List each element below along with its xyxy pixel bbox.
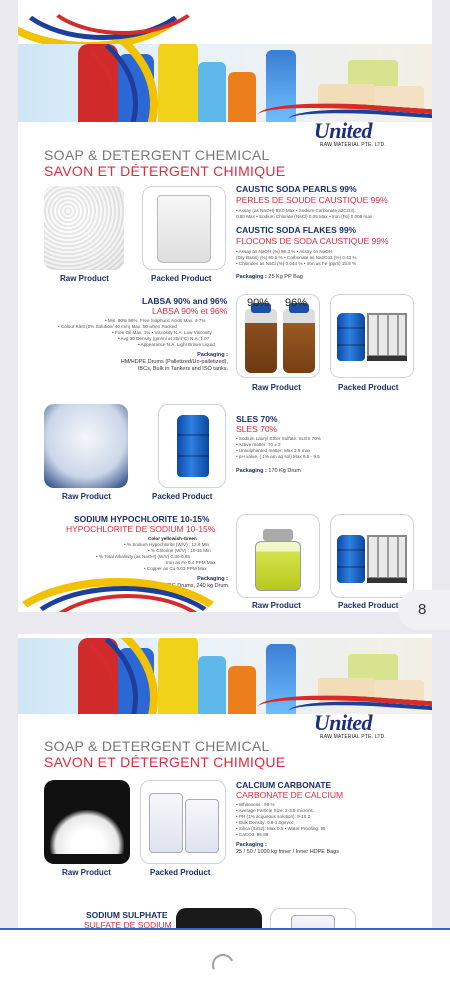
sulphate-packed-image (270, 908, 356, 928)
calcium-raw-caption: Raw Product (62, 868, 111, 877)
labsa-raw-caption: Raw Product (252, 383, 301, 392)
drum-icon (337, 535, 365, 583)
calcium-packaging: Packaging : 25 / 50 / 1000 kg Inner / In… (236, 842, 339, 856)
caustic-packaging-label: Packaging : (236, 274, 267, 280)
caustic-flakes-subtitle: FLOCONS DE SODA CAUSTIQUE 99% (236, 236, 389, 246)
labsa-subtitle: LABSA 90% et 96% (152, 306, 228, 316)
sles-raw-image (44, 404, 128, 488)
labsa-packaging-value-2: IBCs, Bulk in Tankers and ISO tanks. (137, 366, 228, 372)
sulphate-raw-image (176, 908, 262, 928)
caustic-flakes-spec-3: • Chlorides as NaCl (%) 0.044 % • Iron a… (236, 261, 357, 266)
sles-subtitle: SLES 70% (236, 424, 278, 434)
caustic-pearls-spec-2: 0.80 Max • Sodium Chloride (NaCl) 0.05 M… (236, 214, 373, 219)
brand-logo: United (313, 118, 373, 143)
bottom-decoration (18, 570, 218, 612)
caustic-flakes-title: CAUSTIC SODA FLAKES 99% (236, 225, 357, 235)
caustic-raw-image (44, 186, 124, 270)
calcium-packaging-label: Packaging : (236, 842, 267, 848)
caustic-packed-caption: Packed Product (151, 274, 212, 283)
hypo-raw-image (236, 514, 320, 598)
hypo-packed-image (330, 514, 414, 598)
labsa-raw-image: 90% 96% (236, 294, 320, 378)
brand-logo: United (313, 710, 373, 735)
page-number-badge: 8 (398, 590, 450, 630)
ibc-tank-icon (367, 313, 407, 361)
hypo-title: SODIUM HYPOCHLORITE 10-15% (74, 514, 210, 524)
page-number: 8 (418, 601, 427, 618)
caustic-packaging-value: 25 Kg PP Bag (268, 274, 303, 280)
hypo-packed-caption: Packed Product (338, 601, 399, 610)
labsa-title: LABSA 90% and 96% (142, 296, 228, 306)
sles-packaging-value: 170 Kg Drum (268, 468, 301, 474)
top-decoration (18, 0, 432, 50)
section-title-en: SOAP & DETERGENT CHEMICAL (44, 738, 270, 754)
caustic-packed-image (142, 186, 226, 270)
hypo-subtitle: HYPOCHLORITE DE SODIUM 10-15% (66, 524, 216, 534)
sles-packed-image (158, 404, 226, 488)
ibc-tank-icon (367, 535, 407, 583)
section-title-fr: SAVON ET DÉTERGENT CHIMIQUE (44, 163, 286, 179)
sles-packaging-label: Packaging : (236, 468, 267, 474)
labsa-bottle-label-90: 90% (247, 297, 270, 309)
calcium-title: CALCIUM CARBONATE (236, 780, 332, 790)
sulphate-subtitle: SULFATE DE SODIUM (84, 920, 172, 928)
labsa-packaging-value-1: HM/HDPE Drums (Palletized/Un-palletized)… (120, 359, 228, 365)
drum-icon (177, 415, 209, 477)
brochure-page-1: United RAW MATERIAL PTE. LTD. SOAP & DET… (18, 0, 432, 612)
section-title-en: SOAP & DETERGENT CHEMICAL (44, 147, 270, 163)
sles-spec-4: • pH value, ( 1% am aq sol) Max 6.5 - 9.… (236, 454, 320, 459)
calcium-packaging-value: 25 / 50 / 1000 kg Inner / Inner HDPE Bag… (236, 849, 340, 855)
sles-packaging: Packaging : 170 Kg Drum (236, 468, 301, 475)
drum-icon (337, 313, 365, 361)
labsa-bottle-label-96: 96% (285, 297, 308, 309)
brand-subtitle: RAW MATERIAL PTE. LTD. (319, 734, 386, 740)
caustic-pearls-subtitle: PERLES DE SOUDE CAUSTIQUE 99% (236, 195, 388, 205)
labsa-packed-caption: Packed Product (338, 383, 399, 392)
calcium-packed-image (140, 780, 226, 864)
calcium-subtitle: CARBONATE DE CALCIUM (236, 790, 344, 800)
labsa-spec-5: • Appearance N.A. Light Brown Liquid (138, 342, 215, 347)
hypo-raw-caption: Raw Product (252, 601, 301, 610)
caustic-pearls-title: CAUSTIC SODA PEARLS 99% (236, 184, 357, 194)
labsa-packaging-label: Packaging : (197, 352, 228, 358)
brand-subtitle: RAW MATERIAL PTE. LTD. (319, 142, 386, 148)
sulphate-title: SODIUM SULPHATE (86, 910, 168, 920)
labsa-packaging: Packaging : HM/HDPE Drums (Palletized/Un… (82, 352, 228, 373)
calcium-spec-6: • CaCO3: 96.98 (236, 832, 269, 837)
section-title-fr: SAVON ET DÉTERGENT CHIMIQUE (44, 754, 286, 770)
sles-title: SLES 70% (236, 414, 278, 424)
caustic-raw-caption: Raw Product (60, 274, 109, 283)
sles-packed-caption: Packed Product (152, 492, 213, 501)
sles-raw-caption: Raw Product (62, 492, 111, 501)
calcium-raw-image (44, 780, 130, 864)
labsa-packed-image (330, 294, 414, 378)
caustic-packaging: Packaging : 25 Kg PP Bag (236, 274, 303, 281)
brochure-page-2: United RAW MATERIAL PTE. LTD. SOAP & DET… (18, 634, 432, 928)
calcium-packed-caption: Packed Product (150, 868, 211, 877)
